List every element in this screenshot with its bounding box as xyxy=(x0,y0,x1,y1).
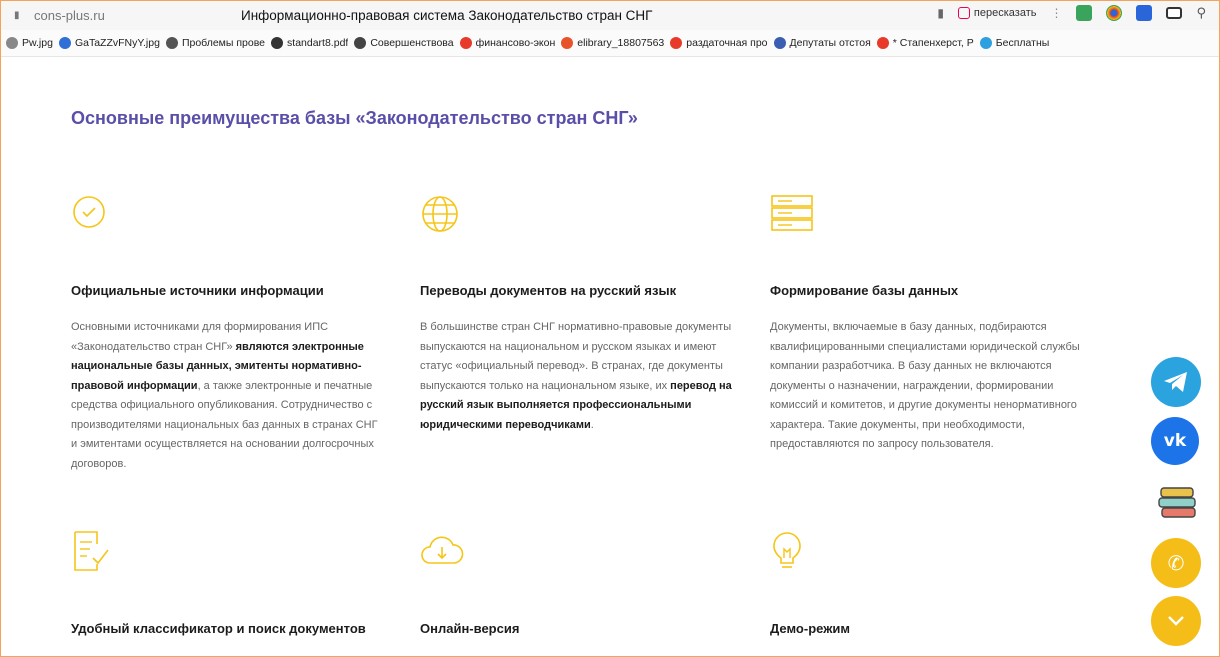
bookmark-item[interactable]: Бесплатны xyxy=(979,37,1050,49)
url-domain[interactable]: cons-plus.ru xyxy=(34,8,184,23)
extension-color-icon[interactable] xyxy=(1106,5,1123,21)
bookmark-item[interactable]: elibrary_18807563 xyxy=(561,37,664,49)
vk-icon: vk xyxy=(1163,431,1187,451)
bookmark-label: Pw.jpg xyxy=(22,37,53,49)
bookmark-favicon-icon xyxy=(58,37,71,49)
extension-green-icon[interactable] xyxy=(1076,5,1093,21)
globe-icon xyxy=(422,196,458,232)
bookmark-favicon-icon xyxy=(6,37,18,49)
bookmark-favicon-icon xyxy=(773,37,786,49)
site-info-icon[interactable]: ▮ xyxy=(14,10,22,21)
scroll-down-button[interactable] xyxy=(1151,596,1201,646)
bookmark-icon[interactable]: ▮ xyxy=(937,6,944,20)
bookmark-label: Бесплатны xyxy=(995,37,1050,49)
bookmark-label: * Стапенхерст, Р xyxy=(892,37,974,49)
bookmarks-bar: Pw.jpg GaTaZZvFNyY.jpg Проблемы прове stand… xyxy=(0,30,1220,57)
retell-button[interactable]: пересказать xyxy=(957,7,1037,19)
call-button[interactable]: ✆ xyxy=(1151,538,1201,588)
description-text: , а также электронные и печатные средств… xyxy=(71,379,378,470)
lightbulb-icon xyxy=(773,532,801,568)
extension-y-icon[interactable] xyxy=(1136,5,1153,21)
bookmark-label: elibrary_18807563 xyxy=(577,37,665,49)
bookmark-label: раздаточная про xyxy=(686,37,768,49)
retell-label: пересказать xyxy=(973,7,1037,19)
bookmark-favicon-icon xyxy=(979,37,992,49)
bookmark-item[interactable]: финансово-экон xyxy=(459,37,556,49)
feature-description: В большинстве стран СНГ нормативно-право… xyxy=(420,318,732,435)
bookmark-item[interactable]: Совершенствова xyxy=(354,37,454,49)
bookmark-favicon-icon xyxy=(561,37,574,49)
database-icon xyxy=(771,195,813,231)
battery-icon[interactable] xyxy=(1166,7,1183,19)
retell-icon xyxy=(957,7,970,19)
description-text: . xyxy=(590,418,594,431)
check-circle-icon xyxy=(73,196,105,228)
page-title: Информационно-правовая система Законодат… xyxy=(241,7,653,23)
bookmark-item[interactable]: Депутаты отстоя xyxy=(773,37,871,49)
feature-title: Формирование базы данных xyxy=(770,283,959,298)
telegram-button[interactable] xyxy=(1151,357,1201,407)
document-check-icon xyxy=(74,531,109,571)
menu-dots-icon[interactable]: ⋮ xyxy=(1050,6,1062,20)
feature-title: Удобный классификатор и поиск документов xyxy=(71,621,366,636)
bookmark-label: GaTaZZvFNyY.jpg xyxy=(74,37,160,49)
feature-description: Документы, включаемые в базу данных, под… xyxy=(770,318,1082,455)
bookmark-item[interactable]: раздаточная про xyxy=(670,37,768,49)
bookmark-label: standart8.pdf xyxy=(287,37,349,49)
description-text: Документы, включаемые в базу данных, под… xyxy=(770,321,1080,450)
profile-icon[interactable]: ⚲ xyxy=(1196,5,1206,21)
browser-address-bar: ▮ cons-plus.ru Информационно-правовая си… xyxy=(0,0,1220,30)
bookmark-favicon-icon xyxy=(459,37,472,49)
bookmark-favicon-icon xyxy=(354,37,367,49)
feature-title: Официальные источники информации xyxy=(71,283,324,298)
bookmark-favicon-icon xyxy=(165,37,178,49)
bookmark-label: Депутаты отстоя xyxy=(789,37,871,49)
books-button[interactable] xyxy=(1153,478,1203,528)
phone-icon: ✆ xyxy=(1167,552,1185,575)
bookmark-item[interactable]: * Стапенхерст, Р xyxy=(876,37,974,49)
bookmark-favicon-icon xyxy=(271,37,284,49)
feature-title: Демо-режим xyxy=(770,621,851,636)
bookmark-label: Проблемы прове xyxy=(181,37,266,49)
bookmark-item[interactable]: standart8.pdf xyxy=(271,37,348,49)
telegram-icon xyxy=(1164,372,1187,392)
bookmark-label: финансово-экон xyxy=(475,37,556,49)
feature-description: Основными источниками для формирования И… xyxy=(71,318,383,474)
books-icon xyxy=(1158,487,1196,518)
bookmark-item[interactable]: GaTaZZvFNyY.jpg xyxy=(58,37,160,49)
section-heading: Основные преимущества базы «Законодатель… xyxy=(71,108,638,128)
feature-title: Онлайн-версия xyxy=(420,621,520,636)
vk-button[interactable]: vk xyxy=(1151,417,1199,465)
bookmark-item[interactable]: Pw.jpg xyxy=(6,37,53,49)
cloud-download-icon xyxy=(421,536,464,564)
feature-title: Переводы документов на русский язык xyxy=(420,283,677,298)
bookmark-item[interactable]: Проблемы прове xyxy=(165,37,266,49)
bookmark-label: Совершенствова xyxy=(370,37,454,49)
chevron-down-icon xyxy=(1168,616,1184,626)
bookmark-favicon-icon xyxy=(670,37,683,49)
bookmark-favicon-icon xyxy=(876,37,889,49)
